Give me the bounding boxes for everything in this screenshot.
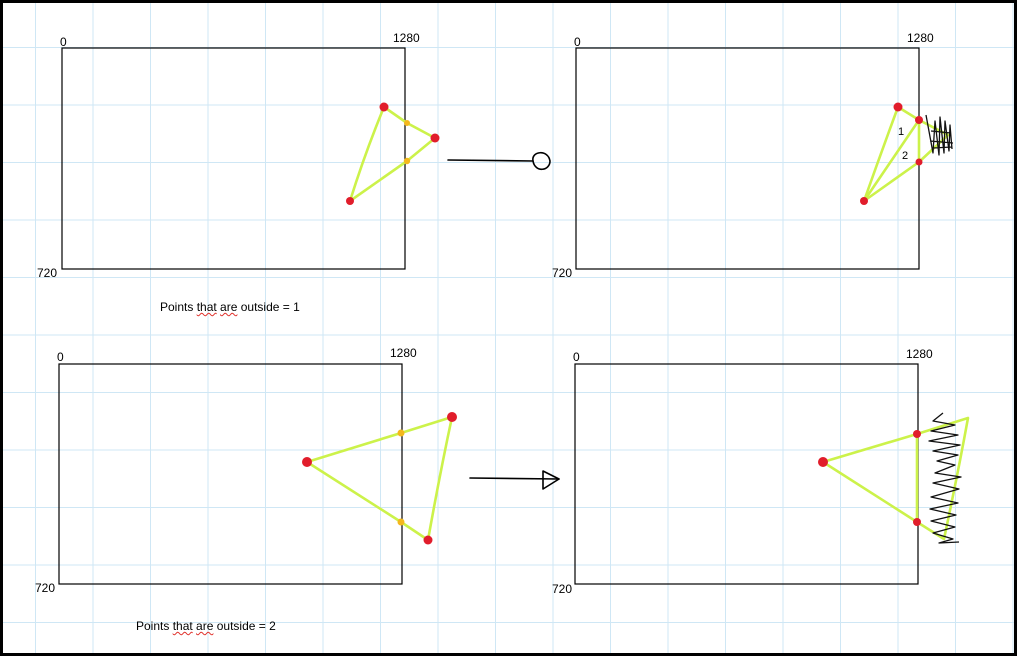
arrow-right-icon [469,470,560,490]
arrow-right-icon [447,151,551,171]
panel1-clip-point [404,120,410,126]
edge-number-label: 2 [902,150,908,162]
panel4 [574,363,970,585]
panel2-vertex [915,116,923,124]
panel2: 1 2 [575,47,954,270]
panel1-vertex [346,197,354,205]
panel1-vertex [379,102,389,112]
panel3-clip-point [397,518,405,526]
panel2-vertex [893,102,903,112]
panel3-vertex [423,535,433,545]
panel2-vertex [860,197,868,205]
panel3-vertex [447,412,457,422]
panel3-clip-point [397,429,405,437]
panel1-vertex [430,133,440,143]
panel3-vertex [302,457,312,467]
panel4-vertex [818,457,828,467]
panel1 [61,47,440,270]
panel4-screen-frame [574,363,919,585]
panel3-screen-frame [58,363,403,585]
panel2-vertex [915,158,923,166]
diagram-drawing: 1 2 [58,47,970,585]
panel4-vertex [913,518,921,526]
panel3-triangle [305,415,454,542]
edge-number-label: 1 [898,126,904,138]
hatch-scribble-icon [928,412,962,544]
panel1-clip-point [403,157,411,165]
panel2-screen-frame [575,47,920,270]
panel4-triangle [821,416,970,541]
panel1-triangle [348,105,437,203]
panel1-screen-frame [61,47,406,270]
panel4-vertex [913,430,921,438]
panel3 [58,363,457,585]
diagram-canvas: 0 1280 720 Points that are outside = 1 0… [0,0,1017,656]
